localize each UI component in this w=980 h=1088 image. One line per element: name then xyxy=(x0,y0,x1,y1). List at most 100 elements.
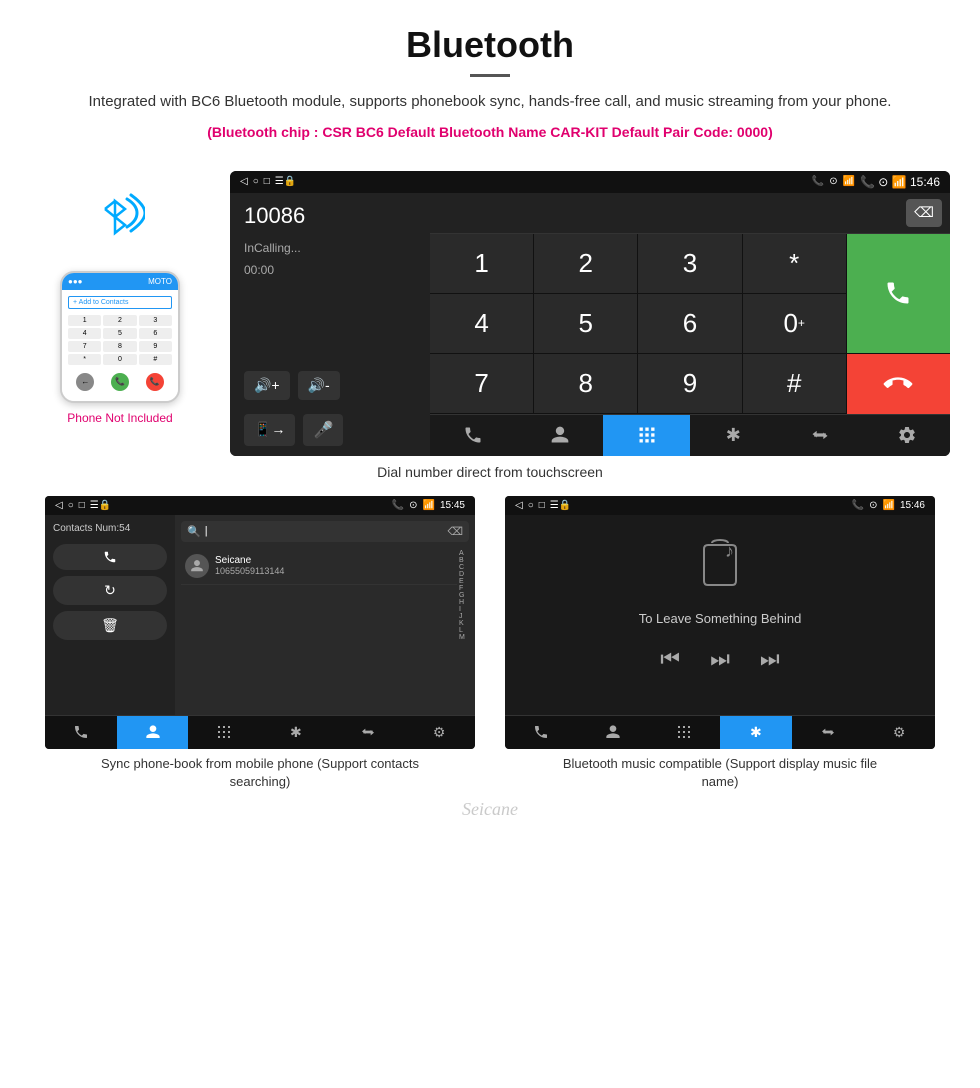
spec-line: (Bluetooth chip : CSR BC6 Default Blueto… xyxy=(60,122,920,143)
phone-illustration: ●●●MOTO + Add to Contacts 1 2 3 4 5 6 7 … xyxy=(30,171,210,425)
phone-action-buttons: ← 📞 📞 xyxy=(68,369,172,395)
small-nav-phone[interactable] xyxy=(45,716,117,749)
alpha-j[interactable]: J xyxy=(459,613,467,620)
svg-text:♪: ♪ xyxy=(725,541,734,561)
alpha-d[interactable]: D xyxy=(459,571,467,578)
dialer-right-panel: ⌫ 1 2 3 * 4 5 6 0 xyxy=(430,193,950,456)
music-nav-dialpad[interactable] xyxy=(648,716,720,749)
music-nav-bluetooth[interactable]: ✱ xyxy=(720,716,792,749)
contact-avatar xyxy=(185,554,209,578)
status-bar: ◁ ○ □ ☰🔒 📞 ⊙ 📶 📞 ⊙ 📶 15:46 xyxy=(230,171,950,193)
phone-key-2: 2 xyxy=(103,315,136,326)
phone-key-5: 5 xyxy=(103,328,136,339)
small-nav-bluetooth[interactable]: ✱ xyxy=(260,716,332,749)
contacts-sync-btn[interactable]: ↻ xyxy=(53,576,167,605)
time: 15:45 xyxy=(440,500,465,511)
contacts-screen: ◁ ○ □ ☰🔒 📞 ⊙ 📶 15:45 Contacts Num:54 xyxy=(45,496,475,749)
music-bottom-nav: ✱ ⚙ xyxy=(505,715,935,749)
music-nav-transfer[interactable] xyxy=(792,716,864,749)
dialer-body: 10086 InCalling... 00:00 🔊+ 🔊- 📱→ 🎤 ⌫ xyxy=(230,193,950,456)
recent-icon: □ xyxy=(79,500,85,511)
key-2[interactable]: 2 xyxy=(534,234,637,293)
transfer-btn[interactable]: 📱→ xyxy=(244,414,295,446)
end-call-button[interactable] xyxy=(847,354,950,414)
alpha-scroll[interactable]: A B C D E F G H I J K L M xyxy=(457,548,469,643)
volume-down-btn[interactable]: 🔊- xyxy=(298,371,340,400)
contacts-status-bar: ◁ ○ □ ☰🔒 📞 ⊙ 📶 15:45 xyxy=(45,496,475,515)
phone-end-btn: 📞 xyxy=(146,373,164,391)
key-7[interactable]: 7 xyxy=(430,354,533,413)
key-5[interactable]: 5 xyxy=(534,294,637,353)
contacts-caption: Sync phone-book from mobile phone (Suppo… xyxy=(85,755,435,791)
prev-track-btn[interactable]: ⏮ xyxy=(660,646,680,672)
music-nav-contacts[interactable] xyxy=(577,716,649,749)
next-track-btn[interactable]: ⏭ xyxy=(760,646,780,672)
dialer-timer: 00:00 xyxy=(244,263,416,277)
alpha-h[interactable]: H xyxy=(459,599,467,606)
volume-up-btn[interactable]: 🔊+ xyxy=(244,371,290,400)
backspace-button[interactable]: ⌫ xyxy=(906,199,942,227)
nav-contacts[interactable] xyxy=(517,415,604,456)
alpha-c[interactable]: C xyxy=(459,564,467,571)
music-nav-phone[interactable] xyxy=(505,716,577,749)
alpha-a[interactable]: A xyxy=(459,550,467,557)
contacts-body: Contacts Num:54 ↻ 🗑 🔍 | ⌫ xyxy=(45,515,475,715)
alpha-l[interactable]: L xyxy=(459,627,467,634)
key-9[interactable]: 9 xyxy=(638,354,741,413)
call-icon: 📞 xyxy=(392,500,404,511)
key-4[interactable]: 4 xyxy=(430,294,533,353)
location-icon: ⊙ xyxy=(829,176,837,187)
nav-transfer[interactable] xyxy=(777,415,864,456)
small-nav-dialpad[interactable] xyxy=(188,716,260,749)
contact-item-seicane[interactable]: Seicane 10655059113144 xyxy=(181,548,457,585)
alpha-i[interactable]: I xyxy=(459,606,467,613)
phone-screen: + Add to Contacts 1 2 3 4 5 6 7 8 9 * 0 … xyxy=(62,290,178,401)
clock: 📞 ⊙ 📶 15:46 xyxy=(860,175,940,189)
nav-settings[interactable] xyxy=(863,415,950,456)
music-screen-block: ◁ ○ □ ☰🔒 📞 ⊙ 📶 15:46 xyxy=(490,496,950,791)
alpha-k[interactable]: K xyxy=(459,620,467,627)
nav-bluetooth[interactable]: ✱ xyxy=(690,415,777,456)
key-0plus[interactable]: 0+ xyxy=(743,294,846,353)
phone-call-btn: 📞 xyxy=(111,373,129,391)
keyboard-back-icon: ⌫ xyxy=(447,525,463,538)
small-nav-settings[interactable]: ⚙ xyxy=(403,716,475,749)
small-nav-transfer[interactable] xyxy=(332,716,404,749)
call-status-icon: 📞 xyxy=(812,176,824,187)
mute-btn[interactable]: 🎤 xyxy=(303,414,343,446)
key-6[interactable]: 6 xyxy=(638,294,741,353)
contacts-delete-btn[interactable]: 🗑 xyxy=(53,611,167,640)
nav-phone[interactable] xyxy=(430,415,517,456)
contacts-call-btn[interactable] xyxy=(53,544,167,570)
dialer-bottom-nav: ✱ xyxy=(430,414,950,456)
numpad-grid: 1 2 3 * 4 5 6 0+ 7 xyxy=(430,234,950,414)
home-icon: ○ xyxy=(528,500,534,511)
phone-add-contacts: + Add to Contacts xyxy=(68,296,172,309)
alpha-m[interactable]: M xyxy=(459,634,467,641)
alpha-b[interactable]: B xyxy=(459,557,467,564)
wifi-icon: 📶 xyxy=(883,500,895,511)
key-star[interactable]: * xyxy=(743,234,846,293)
status-left-icons: ◁ ○ □ ☰🔒 xyxy=(240,176,296,187)
nav-dialpad[interactable] xyxy=(603,415,690,456)
dialer-calling-status: InCalling... xyxy=(244,241,416,255)
key-1[interactable]: 1 xyxy=(430,234,533,293)
key-3[interactable]: 3 xyxy=(638,234,741,293)
loc-icon: ⊙ xyxy=(409,500,417,511)
contacts-right-panel: 🔍 | ⌫ Seicane xyxy=(175,515,475,715)
alpha-f[interactable]: F xyxy=(459,585,467,592)
music-playback-controls: ⏮ ⏭ ⏭ xyxy=(660,646,779,672)
music-icon-area: ♪ xyxy=(690,535,750,595)
home-icon: ○ xyxy=(68,500,74,511)
call-button[interactable] xyxy=(847,234,950,353)
small-nav-contacts[interactable] xyxy=(117,716,189,749)
alpha-e[interactable]: E xyxy=(459,578,467,585)
key-8[interactable]: 8 xyxy=(534,354,637,413)
dial-input-row: ⌫ xyxy=(430,193,950,234)
key-hash[interactable]: # xyxy=(743,354,846,413)
dialer-volume-controls: 🔊+ 🔊- xyxy=(244,371,416,400)
music-nav-settings[interactable]: ⚙ xyxy=(863,716,935,749)
alpha-g[interactable]: G xyxy=(459,592,467,599)
play-pause-btn[interactable]: ⏭ xyxy=(710,646,730,672)
notif-icon: ☰🔒 xyxy=(90,500,111,511)
